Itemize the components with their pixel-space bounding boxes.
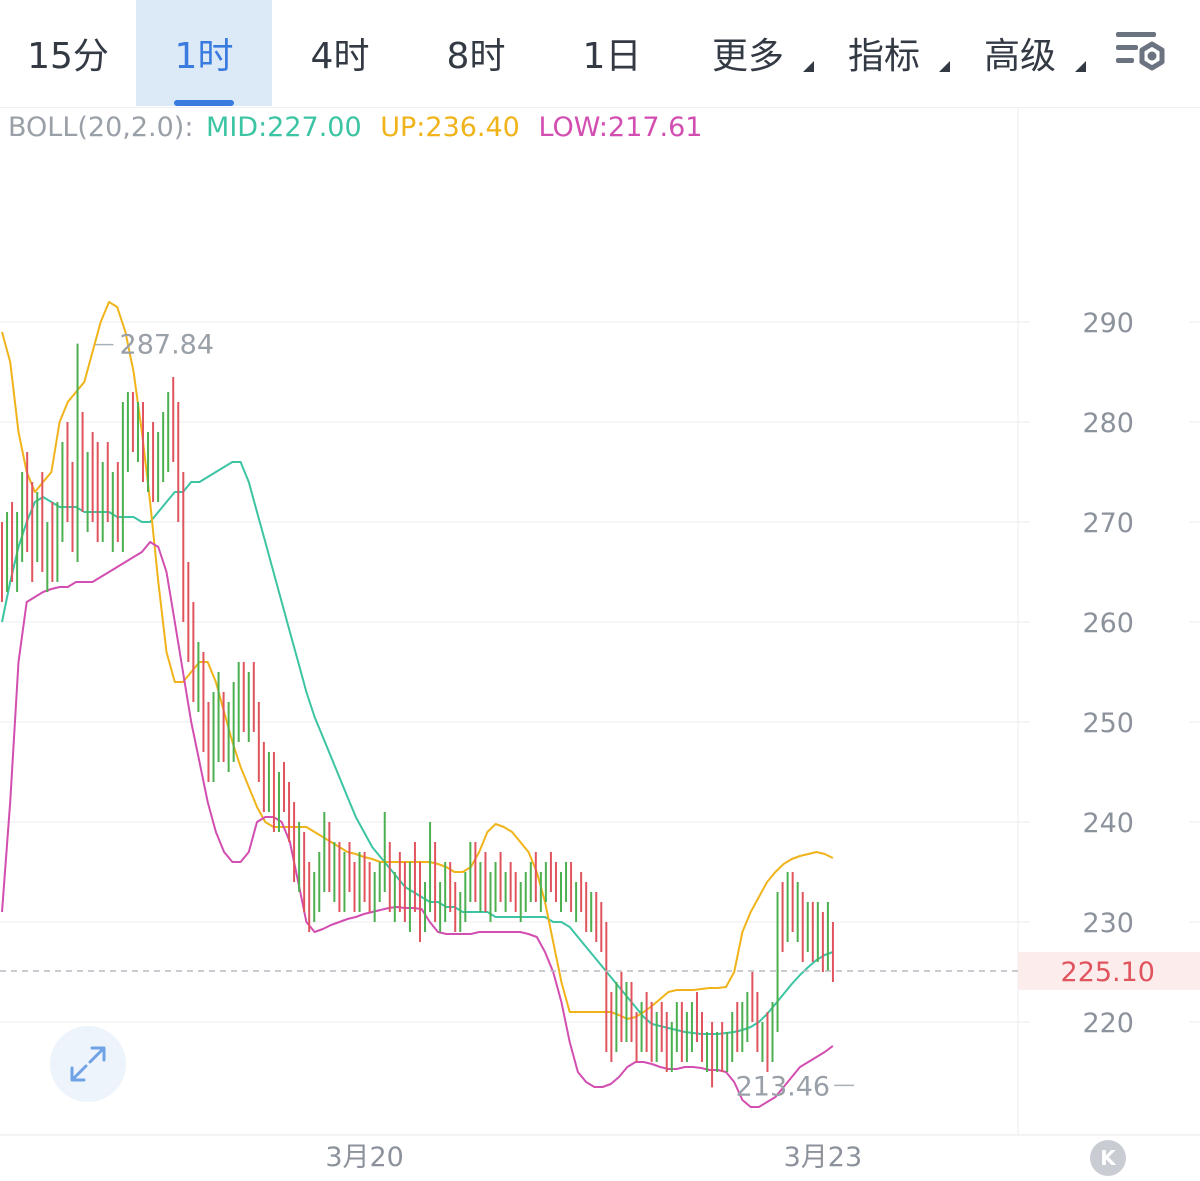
y-tick-label: 280	[1082, 408, 1134, 439]
dropdown-triangle-icon	[803, 61, 814, 72]
tab-2[interactable]: 4时	[272, 0, 408, 106]
tab-label: 1日	[582, 36, 642, 77]
tab-1[interactable]: 1时	[136, 0, 272, 106]
tab-label: 4时	[310, 36, 370, 77]
tab-5[interactable]: 更多	[680, 0, 816, 106]
tab-label: 高级	[983, 36, 1056, 77]
expand-arrows-icon	[70, 1046, 106, 1082]
max-price-label: 287.84	[120, 330, 214, 361]
scroll-to-latest-button[interactable]: K	[1090, 1140, 1126, 1176]
y-tick-label: 270	[1082, 508, 1134, 539]
y-tick-label: 220	[1082, 1008, 1134, 1039]
scroll-to-latest-icon: K	[1100, 1146, 1116, 1170]
fullscreen-expand-button[interactable]	[50, 1026, 126, 1102]
dropdown-triangle-icon	[939, 61, 950, 72]
tab-label: 15分	[27, 36, 109, 77]
boll-upper-line	[1, 301, 834, 1020]
dropdown-triangle-icon	[1075, 61, 1086, 72]
min-price-label: 213.46	[736, 1071, 830, 1102]
y-tick-label: 250	[1082, 708, 1134, 739]
tab-0[interactable]: 15分	[0, 0, 136, 106]
candlestick-chart[interactable]: 290 280 270 260 250 240 230 220 225.10 287.84 213.…	[0, 108, 1200, 1181]
tab-7[interactable]: 高级	[952, 0, 1088, 106]
y-tick-label: 260	[1082, 608, 1134, 639]
tab-label: 1时	[174, 36, 234, 77]
tab-label: 8时	[446, 36, 506, 77]
tab-4[interactable]: 1日	[544, 0, 680, 106]
x-tick-label: 3月20	[325, 1142, 404, 1173]
y-tick-label: 230	[1082, 908, 1134, 939]
tab-3[interactable]: 8时	[408, 0, 544, 106]
last-price-label: 225.10	[1061, 957, 1155, 988]
chart-settings-button[interactable]	[1110, 24, 1174, 84]
tab-label: 更多	[711, 36, 784, 77]
tab-6[interactable]: 指标	[816, 0, 952, 106]
x-tick-label: 3月23	[784, 1142, 863, 1173]
boll-mid-line	[1, 461, 834, 1035]
settings-gear-icon	[1116, 32, 1165, 71]
y-tick-label: 290	[1082, 308, 1134, 339]
timeframe-tab-bar: 15分 1时 4时 8时 1日 更多 指标 高级	[0, 0, 1200, 108]
tab-label: 指标	[847, 36, 920, 77]
active-tab-indicator	[174, 100, 234, 106]
y-tick-label: 240	[1082, 808, 1134, 839]
